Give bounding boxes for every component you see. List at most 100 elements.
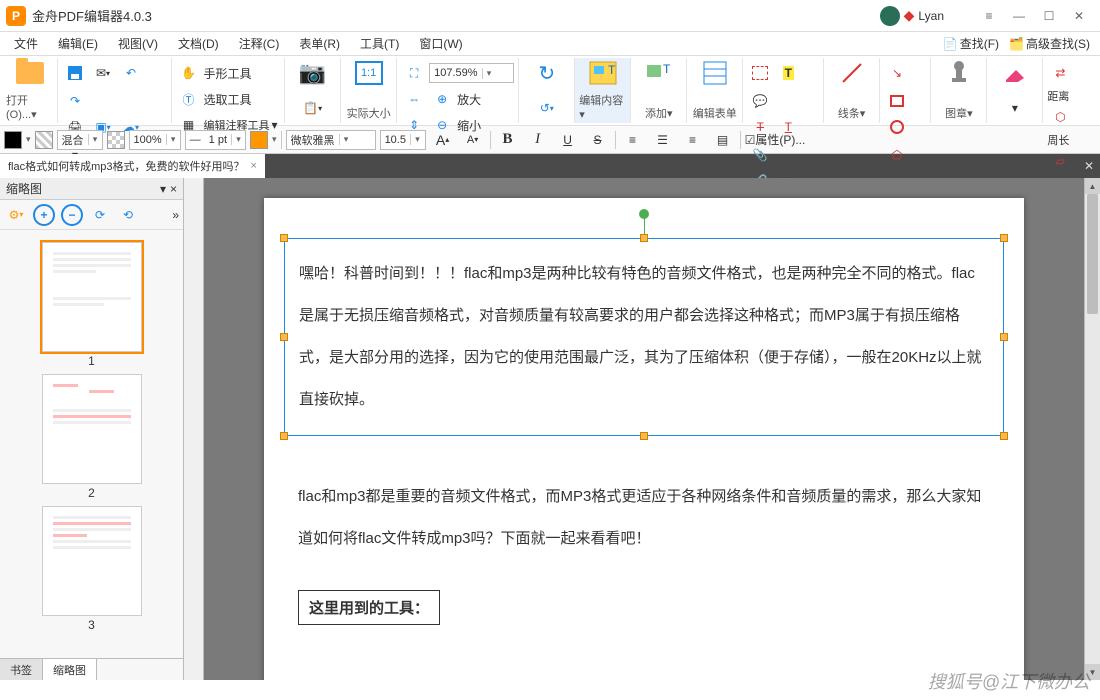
thumbnail-page-1[interactable] (42, 242, 142, 352)
tab-close-icon[interactable]: × (251, 160, 257, 172)
polygon-shape-button[interactable]: ⬠ (884, 142, 910, 168)
shrink-font-button[interactable]: A▾ (460, 127, 486, 153)
advanced-search-button[interactable]: 🗂️ 高级查找(S) (1005, 35, 1094, 52)
undo-button[interactable]: ↶ (118, 60, 144, 86)
minimize-button[interactable]: — (1004, 0, 1034, 31)
edit-form-button[interactable] (702, 60, 728, 86)
document-tab[interactable]: flac格式如何转成mp3格式，免费的软件好用吗？ × (0, 154, 265, 178)
resize-handle-tr[interactable] (1000, 234, 1008, 242)
panel-menu-icon[interactable]: ▾ (160, 182, 166, 196)
note-button[interactable]: 💬 (747, 88, 773, 114)
resize-handle-mr[interactable] (1000, 333, 1008, 341)
actual-size-button[interactable]: 1:1 (355, 60, 383, 86)
thumb-zoom-in-button[interactable]: + (32, 203, 56, 227)
align-justify-button[interactable]: ▤ (710, 127, 736, 153)
circle-shape-button[interactable] (884, 114, 910, 140)
fit-width-button[interactable]: ⇔ (401, 86, 427, 112)
zoom-in-button[interactable]: ⊕ (429, 86, 455, 112)
paragraph-2[interactable]: flac和mp3都是重要的音频文件格式，而MP3格式更适应于各种网络条件和音频质… (298, 476, 990, 560)
thumbnails-tab[interactable]: 缩略图 (43, 659, 97, 680)
redo-button[interactable]: ↷ (62, 88, 88, 114)
zoom-combo[interactable]: 107.59%▾ (429, 63, 514, 83)
thumb-rotate-ccw-button[interactable]: ⟲ (116, 203, 140, 227)
mail-button[interactable]: ✉▾ (90, 60, 116, 86)
rotate-ccw-button[interactable]: ↺▾ (534, 95, 560, 121)
menu-more-button[interactable]: ≡ (974, 0, 1004, 31)
font-combo[interactable]: 微软雅黑▾ (286, 130, 376, 150)
perimeter-button[interactable]: ⬡ (1047, 104, 1073, 130)
align-center-button[interactable]: ☰ (650, 127, 676, 153)
resize-handle-ml[interactable] (280, 333, 288, 341)
font-size-combo[interactable]: 10.5▾ (380, 130, 426, 150)
thumb-settings-button[interactable]: ⚙▾ (4, 203, 28, 227)
thumb-zoom-out-button[interactable]: − (60, 203, 84, 227)
hand-tool-button[interactable]: ✋ (176, 60, 202, 86)
arrow-shape-button[interactable]: ↘ (884, 60, 910, 86)
resize-handle-bl[interactable] (280, 432, 288, 440)
canvas[interactable]: 嘿哈！科普时间到！！！flac和mp3是两种比较有特色的音频文件格式，也是两种完… (204, 178, 1084, 680)
menu-file[interactable]: 文件 (6, 35, 46, 52)
open-button[interactable] (16, 60, 44, 86)
strike-text-button[interactable]: S (585, 127, 611, 153)
thumbnail-page-3[interactable] (42, 506, 142, 616)
user-area[interactable]: ◆ Lyan (880, 6, 944, 26)
edit-content-button[interactable]: T (588, 60, 618, 86)
resize-handle-tm[interactable] (640, 234, 648, 242)
camera-button[interactable]: 📷 (299, 60, 326, 86)
properties-button[interactable]: ☑ 属性(P)... (745, 127, 806, 153)
menu-edit[interactable]: 编辑(E) (50, 35, 106, 52)
bold-button[interactable]: B (495, 127, 521, 153)
rect-shape-button[interactable] (884, 88, 910, 114)
thumb-tools-more-icon[interactable]: » (172, 208, 179, 222)
menu-document[interactable]: 文档(D) (170, 35, 227, 52)
scroll-up-icon[interactable]: ▲ (1085, 178, 1100, 194)
bookmark-tab[interactable]: 书签 (0, 659, 43, 680)
grow-font-button[interactable]: A▴ (430, 127, 456, 153)
underline-text-button[interactable]: U (555, 127, 581, 153)
resize-handle-bm[interactable] (640, 432, 648, 440)
opacity-combo[interactable]: 100%▾ (129, 130, 181, 150)
eraser-button[interactable] (1002, 60, 1028, 86)
vertical-scrollbar[interactable]: ▲ ▼ (1084, 178, 1100, 680)
align-right-button[interactable]: ≡ (680, 127, 706, 153)
pattern-swatch[interactable] (35, 131, 53, 149)
line-button[interactable] (839, 60, 865, 86)
align-left-button[interactable]: ≡ (620, 127, 646, 153)
clipboard-button[interactable]: 📋▾ (300, 95, 326, 121)
save-button[interactable] (62, 60, 88, 86)
select-tool-button[interactable]: Ⓣ (176, 86, 202, 112)
distance-button[interactable]: ⇄ (1047, 60, 1073, 86)
close-button[interactable]: ✕ (1064, 0, 1094, 31)
panel-close-icon[interactable]: × (170, 182, 177, 196)
selected-text-box[interactable]: 嘿哈！科普时间到！！！flac和mp3是两种比较有特色的音频文件格式，也是两种完… (284, 238, 1004, 436)
italic-button[interactable]: I (525, 127, 551, 153)
highlight-button[interactable] (747, 60, 773, 86)
area-button[interactable]: ▱ (1047, 148, 1073, 174)
maximize-button[interactable]: ☐ (1034, 0, 1064, 31)
text-highlight-button[interactable]: T (775, 60, 801, 86)
stamp-button[interactable] (946, 60, 972, 86)
resize-handle-br[interactable] (1000, 432, 1008, 440)
fit-button[interactable]: ⛶ (401, 60, 427, 86)
fill-color-swatch[interactable] (4, 131, 22, 149)
thumb-rotate-cw-button[interactable]: ⟳ (88, 203, 112, 227)
thumbnail-page-2[interactable] (42, 374, 142, 484)
search-button[interactable]: 📄 查找(F) (939, 35, 1003, 52)
rotate-cw-button[interactable]: ↻ (534, 60, 560, 86)
menu-tools[interactable]: 工具(T) (352, 35, 407, 52)
blend-combo[interactable]: 混合▾ (57, 130, 103, 150)
paragraph-3-box[interactable]: 这里用到的工具： (298, 590, 440, 625)
stroke-color-swatch[interactable] (250, 131, 268, 149)
eraser-more-button[interactable]: ▾ (1002, 95, 1028, 121)
scroll-down-icon[interactable]: ▼ (1085, 664, 1100, 680)
menu-window[interactable]: 窗口(W) (411, 35, 470, 52)
menu-annotate[interactable]: 注释(C) (231, 35, 288, 52)
tabs-close-all-button[interactable]: ✕ (1078, 154, 1100, 178)
menu-view[interactable]: 视图(V) (110, 35, 166, 52)
add-button[interactable]: T (645, 60, 673, 86)
stroke-combo[interactable]: —1 pt▾ (185, 130, 246, 150)
resize-handle-tl[interactable] (280, 234, 288, 242)
checker-swatch[interactable] (107, 131, 125, 149)
scroll-thumb[interactable] (1087, 194, 1098, 314)
menu-form[interactable]: 表单(R) (291, 35, 348, 52)
